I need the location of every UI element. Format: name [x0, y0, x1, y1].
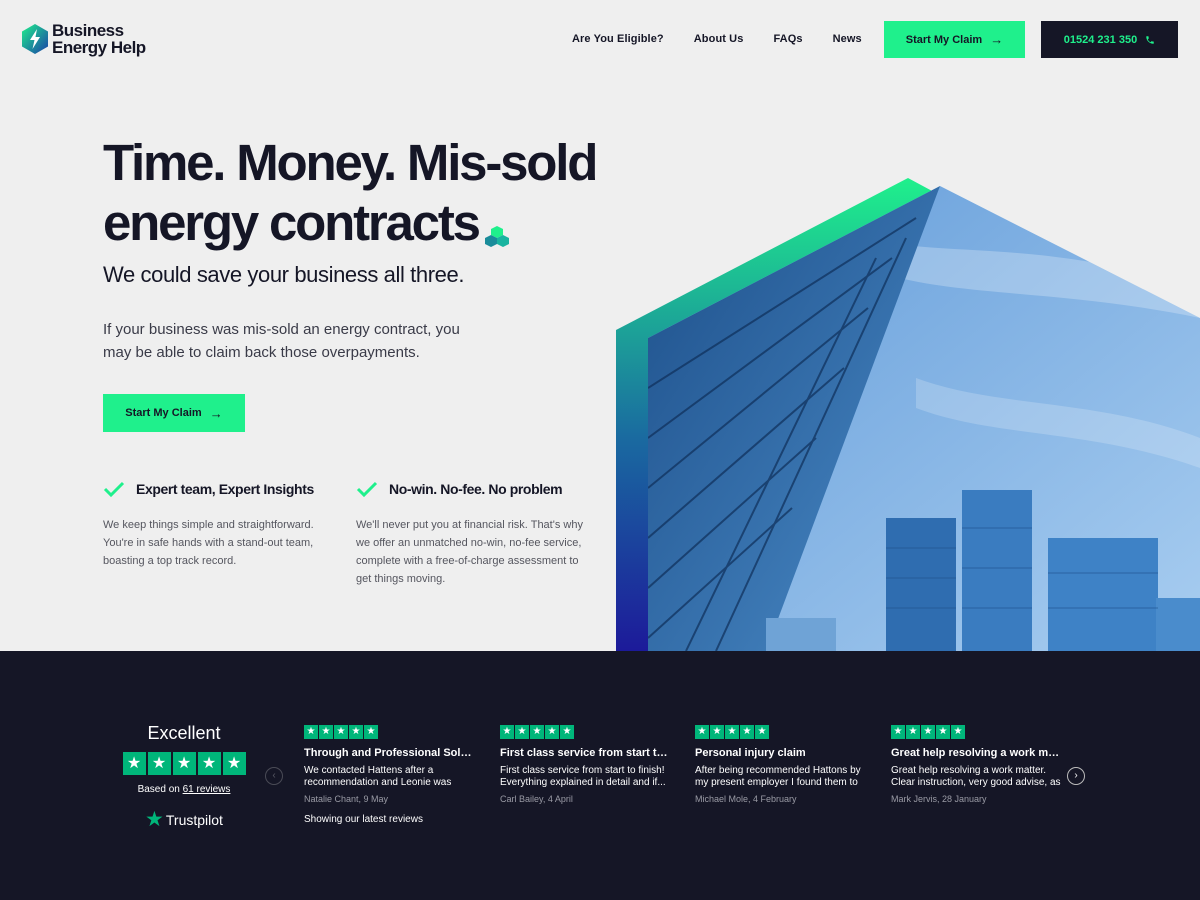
- star-icon: ★: [921, 725, 935, 739]
- phone-button[interactable]: 01524 231 350: [1041, 21, 1178, 58]
- review-author: Mark Jervis, 28 January: [891, 794, 987, 804]
- cubes-icon: [484, 226, 509, 247]
- star-icon: ★: [755, 725, 769, 739]
- rating-word: Excellent: [147, 723, 221, 743]
- star-icon: ★: [172, 752, 196, 775]
- feature-expert-team: Expert team, Expert Insights We keep thi…: [103, 480, 333, 570]
- phone-icon: [1146, 35, 1154, 44]
- review-text: First class service from start to finish…: [500, 765, 666, 788]
- hero-title: Time. Money. Mis-sold energy contracts: [103, 133, 623, 253]
- check-icon: [356, 481, 378, 498]
- review-title: Through and Professional Solic...: [304, 747, 474, 759]
- star-icon: ★: [304, 725, 318, 739]
- nav-about-us[interactable]: About Us: [694, 33, 744, 45]
- review-count-link[interactable]: 61 reviews: [183, 784, 231, 795]
- feature-text: We'll never put you at financial risk. T…: [356, 519, 583, 585]
- review-stars: ★ ★ ★ ★ ★: [891, 725, 1061, 739]
- header-start-claim-label: Start My Claim: [905, 33, 983, 46]
- based-on-label: Based on: [137, 784, 180, 795]
- chevron-left-icon: ‹: [272, 770, 276, 781]
- review-card[interactable]: ★ ★ ★ ★ ★ Personal injury claim After being …: [695, 725, 865, 804]
- logo-line-1: Business: [52, 21, 124, 40]
- carousel-next-button[interactable]: ›: [1067, 767, 1085, 785]
- hero-body: If your business was mis-sold an energy …: [103, 321, 460, 361]
- star-icon: ★: [530, 725, 544, 739]
- carousel-prev-button[interactable]: ‹: [265, 767, 283, 785]
- star-icon: ★: [334, 725, 348, 739]
- phone-number: 01524 231 350: [1063, 33, 1138, 46]
- nav-are-you-eligible[interactable]: Are You Eligible?: [572, 33, 664, 45]
- star-icon: ★: [222, 752, 246, 775]
- feature-title: Expert team, Expert Insights: [136, 481, 314, 497]
- feature-title: No-win. No-fee. No problem: [389, 481, 563, 497]
- star-icon: ★: [349, 725, 363, 739]
- review-author: Michael Mole, 4 February: [695, 794, 797, 804]
- trustpilot-summary: Excellent ★ ★ ★ ★ ★ Based on 61 reviews …: [122, 723, 246, 831]
- star-icon: ★: [725, 725, 739, 739]
- hero-subtitle: We could save your business all three.: [103, 262, 465, 287]
- star-icon: ★: [740, 725, 754, 739]
- hero-title-line-2: energy contracts: [103, 194, 481, 251]
- trustpilot-star-icon: ★: [145, 808, 164, 831]
- review-card[interactable]: ★ ★ ★ ★ ★ First class service from start to.…: [500, 725, 670, 804]
- review-title: First class service from start to...: [500, 747, 670, 759]
- star-icon: ★: [560, 725, 574, 739]
- review-text: After being recommended Hattons by my pr…: [695, 765, 861, 788]
- star-icon: ★: [891, 725, 905, 739]
- star-icon: ★: [319, 725, 333, 739]
- review-stars: ★ ★ ★ ★ ★: [500, 725, 670, 739]
- star-icon: ★: [545, 725, 559, 739]
- arrow-right-icon: →: [990, 32, 1004, 47]
- star-icon: ★: [197, 752, 221, 775]
- logo-text: Business Energy Help: [52, 22, 146, 56]
- review-title: Great help resolving a work ma...: [891, 747, 1061, 759]
- check-icon: [103, 481, 125, 498]
- feature-text: We keep things simple and straightforwar…: [103, 519, 314, 567]
- star-icon: ★: [147, 752, 171, 775]
- logo[interactable]: Business Energy Help: [22, 22, 146, 56]
- main-nav: Are You Eligible? About Us FAQs News: [572, 33, 892, 45]
- review-author: Natalie Chant, 9 May: [304, 794, 389, 804]
- star-icon: ★: [906, 725, 920, 739]
- review-text: Great help resolving a work matter. Clea…: [891, 765, 1061, 788]
- star-icon: ★: [936, 725, 950, 739]
- trustpilot-brand: Trustpilot: [165, 812, 223, 828]
- hero-start-claim-label: Start My Claim: [125, 407, 202, 419]
- reviews-section: Excellent ★ ★ ★ ★ ★ Based on 61 reviews …: [0, 651, 1200, 900]
- lightning-hexagon-icon: [22, 24, 48, 54]
- star-icon: ★: [122, 752, 146, 775]
- review-stars: ★ ★ ★ ★ ★: [304, 725, 474, 739]
- star-icon: ★: [695, 725, 709, 739]
- star-icon: ★: [500, 725, 514, 739]
- rating-stars: ★ ★ ★ ★ ★: [122, 752, 246, 775]
- review-stars: ★ ★ ★ ★ ★: [695, 725, 865, 739]
- site-header: Business Energy Help Are You Eligible? A…: [0, 0, 1200, 80]
- star-icon: ★: [710, 725, 724, 739]
- star-icon: ★: [364, 725, 378, 739]
- header-start-claim-button[interactable]: Start My Claim →: [884, 21, 1025, 58]
- nav-news[interactable]: News: [833, 33, 862, 45]
- review-text: We contacted Hattens after a recommendat…: [304, 765, 452, 788]
- star-icon: ★: [951, 725, 965, 739]
- arrow-right-icon: →: [209, 405, 223, 421]
- chevron-right-icon: ›: [1074, 770, 1078, 781]
- review-card[interactable]: ★ ★ ★ ★ ★ Through and Professional Solic... …: [304, 725, 474, 804]
- based-on-text: Based on 61 reviews: [122, 784, 246, 795]
- review-title: Personal injury claim: [695, 747, 806, 759]
- hero-start-claim-button[interactable]: Start My Claim →: [103, 394, 245, 432]
- showing-latest-reviews: Showing our latest reviews: [304, 814, 423, 825]
- review-author: Carl Bailey, 4 April: [500, 794, 573, 804]
- hero-title-line-1: Time. Money. Mis-sold: [103, 134, 598, 191]
- logo-line-2: Energy Help: [52, 38, 146, 57]
- nav-faqs[interactable]: FAQs: [773, 33, 802, 45]
- feature-no-win-no-fee: No-win. No-fee. No problem We'll never p…: [356, 480, 592, 588]
- star-icon: ★: [515, 725, 529, 739]
- review-card[interactable]: ★ ★ ★ ★ ★ Great help resolving a work ma... …: [891, 725, 1061, 804]
- building-image: [616, 178, 1200, 651]
- trustpilot-logo[interactable]: ★ Trustpilot: [122, 808, 246, 831]
